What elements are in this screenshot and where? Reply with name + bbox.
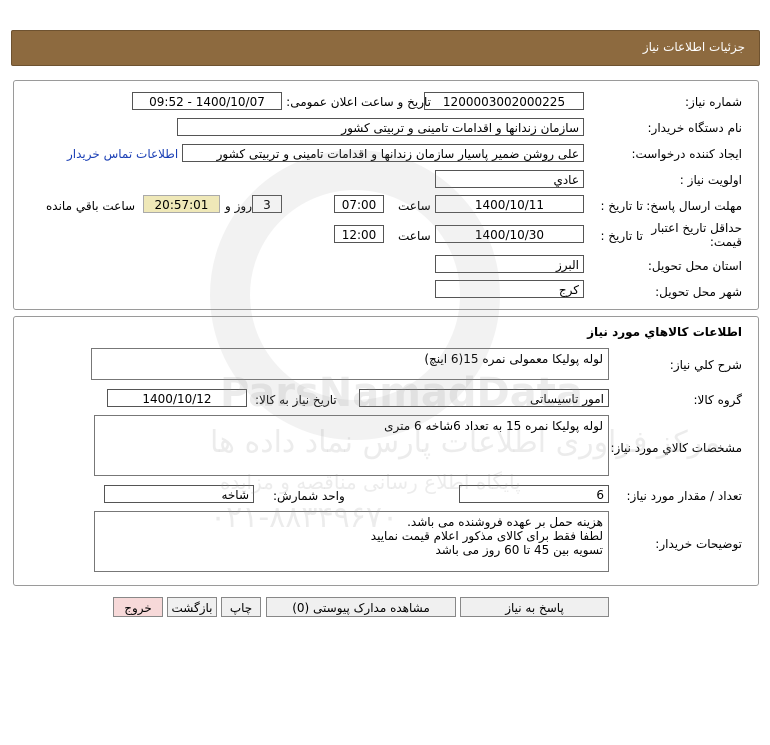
validity-time-field: 12:00 bbox=[334, 225, 384, 243]
need-date-label: تاریخ نیاز به کالا: bbox=[255, 393, 337, 407]
deadline-to-date-label: تا تاریخ : bbox=[600, 199, 643, 213]
need-number-field: 1200003002000225 bbox=[424, 92, 584, 110]
remaining-label: ساعت باقي مانده bbox=[46, 199, 136, 213]
exit-button[interactable]: خروج bbox=[113, 597, 163, 617]
page-header: جزئیات اطلاعات نیاز bbox=[11, 30, 760, 66]
qty-label: تعداد / مقدار مورد نیاز: bbox=[626, 489, 742, 503]
buyer-note-line: هزینه حمل بر عهده فروشنده می باشد. bbox=[407, 515, 603, 529]
buyer-notes-label: توضیحات خریدار: bbox=[655, 537, 742, 551]
priority-label: اولویت نیاز : bbox=[679, 173, 742, 187]
unit-label: واحد شمارش: bbox=[273, 489, 345, 503]
province-field: البرز bbox=[435, 255, 584, 273]
general-desc-field: لوله پولیکا معمولی نمره 15(6 اینچ) bbox=[91, 348, 609, 380]
buyer-notes-field: هزینه حمل بر عهده فروشنده می باشد. لطفا … bbox=[94, 511, 609, 572]
goods-group-field: امور تاسیساتی bbox=[359, 389, 609, 407]
need-info-panel bbox=[13, 80, 759, 310]
priority-field: عادي bbox=[435, 170, 584, 188]
buyer-contact-link[interactable]: اطلاعات تماس خریدار bbox=[67, 147, 178, 161]
deadline-time-field: 07:00 bbox=[334, 195, 384, 213]
buyer-note-line: لطفا فقط برای کالای مذکور اعلام قیمت نما… bbox=[370, 529, 603, 543]
creator-field: علی روشن ضمیر پاسیار سازمان زندانها و اق… bbox=[182, 144, 584, 162]
days-label: روز و bbox=[225, 199, 252, 213]
buyer-label: نام دستگاه خریدار: bbox=[647, 121, 743, 135]
need-number-label: شماره نیاز: bbox=[685, 95, 742, 109]
buyer-note-line: تسویه بین 45 تا 60 روز می باشد bbox=[435, 543, 603, 557]
announce-field: 1400/10/07 - 09:52 bbox=[132, 92, 282, 110]
spec-label: مشخصات کالاي مورد نياز: bbox=[610, 441, 742, 455]
validity-to-date-label: تا تاریخ : bbox=[600, 229, 643, 243]
deadline-date-field: 1400/10/11 bbox=[435, 195, 584, 213]
spec-field: لوله پولیکا نمره 15 به تعداد 6شاخه 6 متر… bbox=[94, 415, 609, 476]
goods-section-title: اطلاعات کالاهاي مورد نياز bbox=[587, 325, 742, 339]
validity-time-label: ساعت bbox=[398, 229, 431, 243]
days-field: 3 bbox=[252, 195, 282, 213]
general-desc-label: شرح کلي نياز: bbox=[669, 358, 742, 372]
creator-label: ایجاد کننده درخواست: bbox=[631, 147, 742, 161]
attachments-button[interactable]: مشاهده مدارک پیوستی (0) bbox=[266, 597, 456, 617]
need-date-field: 1400/10/12 bbox=[107, 389, 247, 407]
back-button[interactable]: بازگشت bbox=[167, 597, 217, 617]
print-button[interactable]: چاپ bbox=[221, 597, 261, 617]
remaining-time-field: 20:57:01 bbox=[143, 195, 220, 213]
buyer-field: سازمان زندانها و اقدامات تامینی و تربیتی… bbox=[177, 118, 584, 136]
province-label: استان محل تحویل: bbox=[647, 259, 742, 273]
validity-label-line1: حداقل تاریخ اعتبار bbox=[651, 221, 742, 235]
unit-field: شاخه bbox=[104, 485, 254, 503]
goods-group-label: گروه کالا: bbox=[693, 393, 743, 407]
announce-label: تاریخ و ساعت اعلان عمومی: bbox=[286, 95, 431, 109]
validity-date-field: 1400/10/30 bbox=[435, 225, 584, 243]
validity-label: حداقل تاریخ اعتبار قیمت: bbox=[651, 221, 742, 249]
deadline-time-label: ساعت bbox=[398, 199, 431, 213]
page-title: جزئیات اطلاعات نیاز bbox=[642, 40, 745, 54]
city-label: شهر محل تحویل: bbox=[655, 285, 742, 299]
respond-button[interactable]: پاسخ به نیاز bbox=[460, 597, 609, 617]
deadline-label: مهلت ارسال پاسخ: bbox=[646, 199, 742, 213]
city-field: کرج bbox=[435, 280, 584, 298]
qty-field: 6 bbox=[459, 485, 609, 503]
validity-label-line2: قیمت: bbox=[709, 235, 742, 249]
